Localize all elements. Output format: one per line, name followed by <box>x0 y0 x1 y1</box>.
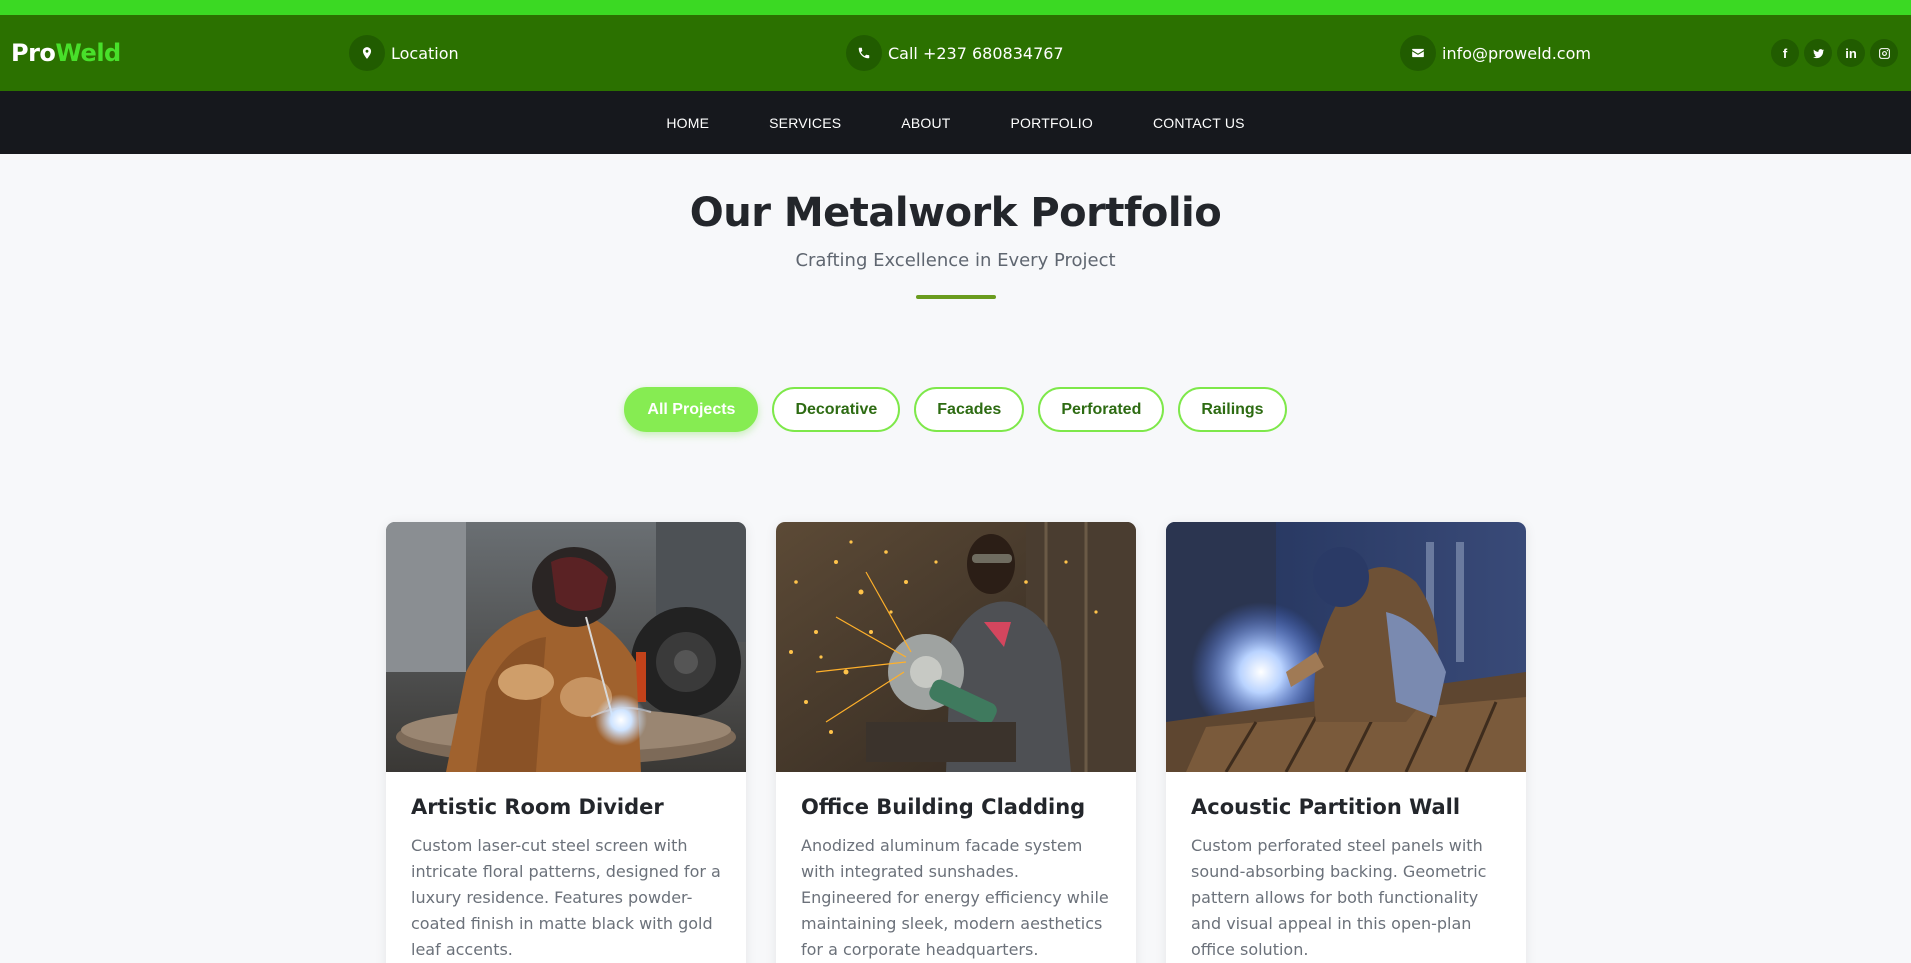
email-label: info@proweld.com <box>1442 43 1591 63</box>
filter-all-projects[interactable]: All Projects <box>624 387 759 432</box>
filter-facades[interactable]: Facades <box>914 387 1025 432</box>
phone-label: Call +237 680834767 <box>888 43 1064 63</box>
nav-home[interactable]: HOME <box>666 115 709 131</box>
project-title: Artistic Room Divider <box>411 795 664 819</box>
nav-contact[interactable]: CONTACT US <box>1153 115 1245 131</box>
top-accent-strip <box>0 0 1911 15</box>
brand-logo[interactable]: ProWeld <box>11 15 121 91</box>
filter-decorative[interactable]: Decorative <box>772 387 901 432</box>
filter-bar: All Projects Decorative Facades Perforat… <box>0 387 1911 432</box>
project-card[interactable]: Acoustic Partition Wall Custom perforate… <box>1166 522 1526 963</box>
linkedin-icon[interactable]: in <box>1837 39 1865 67</box>
nav-about[interactable]: ABOUT <box>901 115 950 131</box>
filter-perforated[interactable]: Perforated <box>1038 387 1165 432</box>
email-link[interactable]: info@proweld.com <box>1400 34 1591 72</box>
project-grid: Artistic Room Divider Custom laser-cut s… <box>386 522 1526 963</box>
instagram-icon[interactable] <box>1870 39 1898 67</box>
project-title: Acoustic Partition Wall <box>1191 795 1461 819</box>
envelope-icon <box>1400 35 1436 71</box>
project-description: Anodized aluminum facade system with int… <box>801 836 1109 959</box>
social-links: f in <box>1771 39 1898 67</box>
phone-icon <box>846 35 882 71</box>
filter-railings[interactable]: Railings <box>1178 387 1287 432</box>
main-navbar: HOME SERVICES ABOUT PORTFOLIO CONTACT US <box>0 91 1911 154</box>
brand-logo-pro: Pro <box>11 39 56 67</box>
map-marker-icon <box>349 35 385 71</box>
brand-logo-weld: Weld <box>55 39 121 67</box>
project-image <box>1166 522 1526 772</box>
location-link[interactable]: Location <box>349 34 459 72</box>
title-underline <box>915 295 996 299</box>
project-title: Office Building Cladding <box>801 795 1086 819</box>
project-description: Custom laser-cut steel screen with intri… <box>411 836 721 959</box>
page-title: Our Metalwork Portfolio <box>689 190 1222 236</box>
project-image <box>386 522 746 772</box>
project-card[interactable]: Office Building Cladding Anodized alumin… <box>776 522 1136 963</box>
portfolio-header: Our Metalwork Portfolio Crafting Excelle… <box>0 190 1911 299</box>
project-image <box>776 522 1136 772</box>
project-card[interactable]: Artistic Room Divider Custom laser-cut s… <box>386 522 746 963</box>
phone-link[interactable]: Call +237 680834767 <box>846 34 1064 72</box>
nav-services[interactable]: SERVICES <box>769 115 841 131</box>
twitter-icon[interactable] <box>1804 39 1832 67</box>
location-label: Location <box>391 43 459 63</box>
info-bar: ProWeld Location Call +237 680834767 inf… <box>0 15 1911 91</box>
nav-portfolio[interactable]: PORTFOLIO <box>1011 115 1093 131</box>
facebook-icon[interactable]: f <box>1771 39 1799 67</box>
project-description: Custom perforated steel panels with soun… <box>1191 836 1487 959</box>
page-subtitle: Crafting Excellence in Every Project <box>795 250 1116 271</box>
